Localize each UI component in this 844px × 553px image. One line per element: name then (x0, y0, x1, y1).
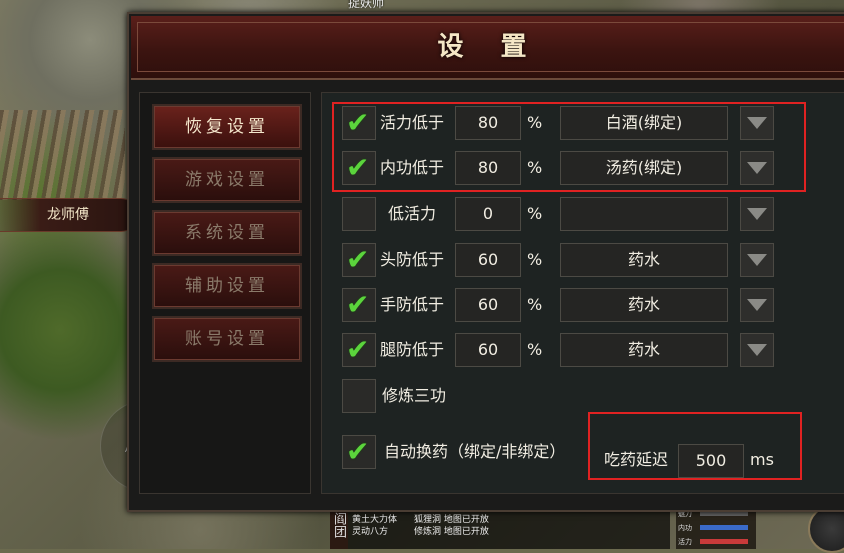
check-icon: ✔ (346, 243, 370, 276)
potion-select[interactable]: 药水 (560, 333, 728, 367)
recovery-row-hand-armor: ✔ 手防低于 60 % 药水 (342, 288, 802, 322)
dropdown-button[interactable] (740, 333, 774, 367)
recovery-row-low-stamina: 低活力 0 % (342, 197, 802, 231)
threshold-input[interactable]: 60 (455, 243, 521, 277)
hud-label: 内功 (678, 524, 692, 532)
potion-select[interactable]: 药水 (560, 243, 728, 277)
chat-message: 修炼洞 地图已开放 (414, 527, 489, 537)
hud-bar (700, 539, 748, 544)
auto-swap-checkbox[interactable]: ✔ (342, 435, 376, 469)
cultivate-row: 修炼三功 (342, 379, 802, 413)
nav-recovery-settings[interactable]: 恢复设置 (152, 104, 302, 150)
hud-label: 活力 (678, 538, 692, 546)
row-label: 腿防低于 (380, 340, 445, 359)
settings-dialog: 设 置 恢复设置 游戏设置 系统设置 辅助设置 账号设置 ✔ 活力低于 80 %… (127, 12, 844, 512)
row-label: 手防低于 (380, 295, 445, 314)
recovery-settings-pane: ✔ 活力低于 80 % 白酒(绑定) ✔ 内功低于 80 % 汤药(绑定) 低活… (321, 92, 844, 494)
recovery-row-leg-armor: ✔ 腿防低于 60 % 药水 (342, 333, 802, 367)
dialog-title-bar: 设 置 (131, 16, 844, 80)
check-icon: ✔ (346, 333, 370, 366)
nav-account-settings[interactable]: 账号设置 (152, 316, 302, 362)
highlight-box-delay (588, 412, 802, 480)
percent-unit: % (527, 250, 543, 269)
check-icon: ✔ (346, 435, 370, 468)
potion-select[interactable] (560, 197, 728, 231)
threshold-input[interactable]: 60 (455, 333, 521, 367)
wooden-fence (0, 110, 125, 200)
potion-select[interactable]: 药水 (560, 288, 728, 322)
nav-assist-settings[interactable]: 辅助设置 (152, 263, 302, 309)
chat-message: 狐狸洞 地图已开放 (414, 515, 489, 525)
npc-name-label[interactable]: 龙师傅 (0, 198, 137, 232)
settings-nav: 恢复设置 游戏设置 系统设置 辅助设置 账号设置 (139, 92, 311, 494)
triangle-down-icon (747, 208, 767, 220)
dropdown-button[interactable] (740, 288, 774, 322)
row-label: 头防低于 (380, 250, 445, 269)
check-icon: ✔ (346, 288, 370, 321)
leg-armor-checkbox[interactable]: ✔ (342, 333, 376, 367)
percent-unit: % (527, 340, 543, 359)
cultivate-checkbox[interactable] (342, 379, 376, 413)
hud-bar (700, 525, 748, 530)
triangle-down-icon (747, 299, 767, 311)
recovery-row-head-armor: ✔ 头防低于 60 % 药水 (342, 243, 802, 277)
chat-skill-line: 黄土大力体 (352, 515, 398, 525)
hand-armor-checkbox[interactable]: ✔ (342, 288, 376, 322)
triangle-down-icon (747, 254, 767, 266)
head-armor-checkbox[interactable]: ✔ (342, 243, 376, 277)
cultivate-label: 修炼三功 (382, 386, 447, 405)
nav-game-settings[interactable]: 游戏设置 (152, 157, 302, 203)
highlight-box-top (332, 102, 806, 192)
nav-system-settings[interactable]: 系统设置 (152, 210, 302, 256)
threshold-input[interactable]: 0 (455, 197, 521, 231)
dialog-title: 设 置 (437, 32, 541, 62)
dropdown-button[interactable] (740, 197, 774, 231)
triangle-down-icon (747, 344, 767, 356)
percent-unit: % (527, 204, 543, 223)
percent-unit: % (527, 295, 543, 314)
auto-swap-label: 自动换药（绑定/非绑定） (384, 442, 566, 461)
row-label: 低活力 (388, 204, 437, 223)
threshold-input[interactable]: 60 (455, 288, 521, 322)
dropdown-button[interactable] (740, 243, 774, 277)
chat-skill-line: 灵动八方 (352, 527, 389, 537)
low-stamina-checkbox[interactable] (342, 197, 376, 231)
npc-name-top: 捉妖师 (348, 0, 385, 10)
